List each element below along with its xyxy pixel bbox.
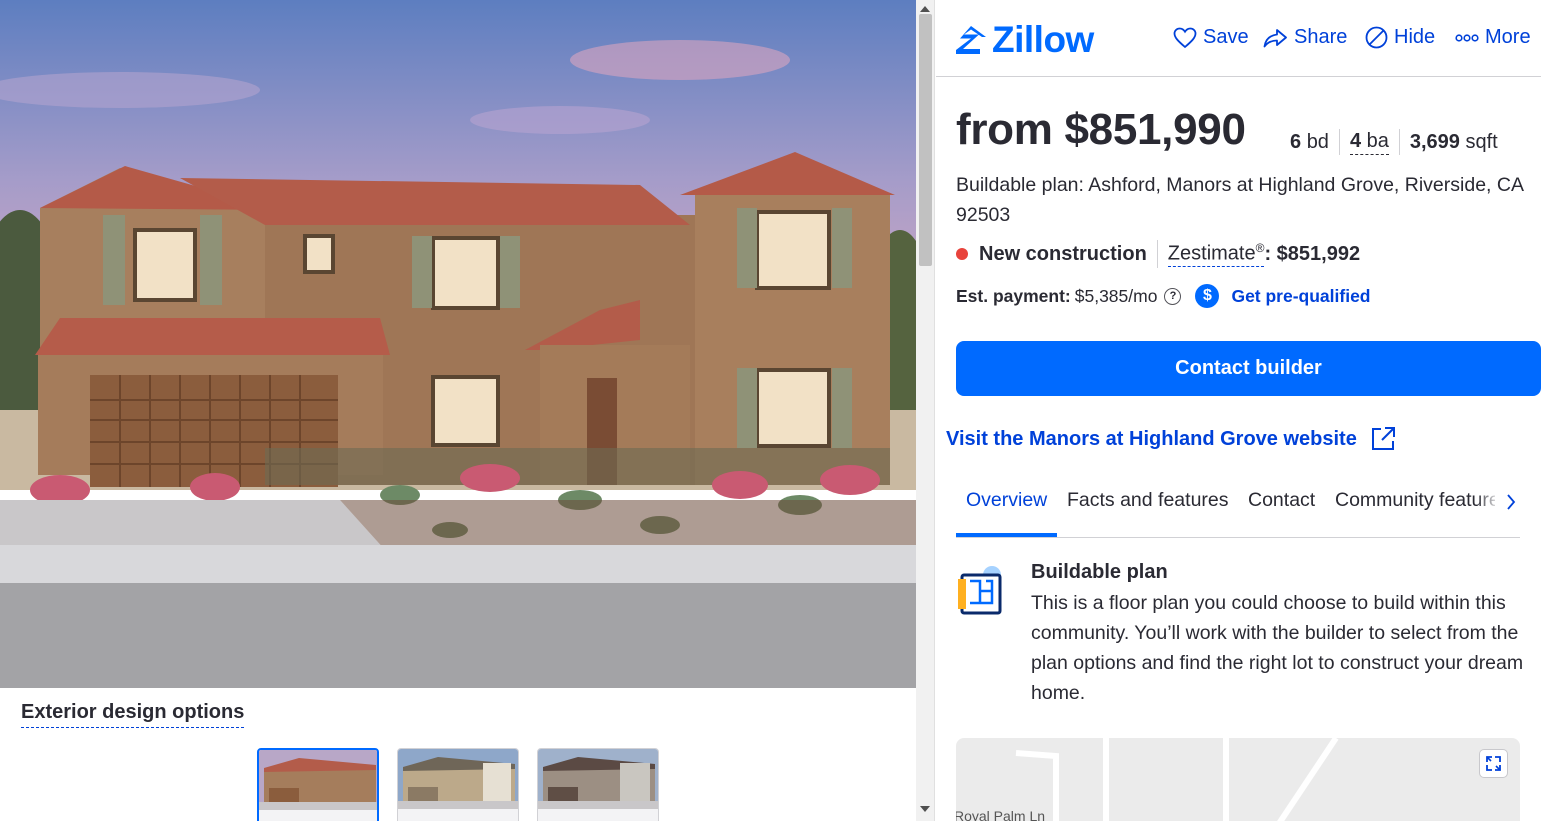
scroll-down-arrow-icon[interactable] bbox=[920, 806, 930, 812]
zestimate-label-text: Zestimate bbox=[1167, 242, 1256, 265]
status-badge: New construction bbox=[979, 242, 1147, 265]
beds-stat: 6 bd bbox=[1290, 131, 1329, 154]
more-button[interactable]: More bbox=[1455, 26, 1531, 49]
zillow-logo[interactable]: Zillow bbox=[955, 19, 1094, 60]
tab-community-features[interactable]: Community features bbox=[1335, 489, 1495, 512]
media-pane: Exterior design options bbox=[0, 0, 916, 821]
heart-icon bbox=[1173, 27, 1197, 48]
save-button[interactable]: Save bbox=[1173, 26, 1249, 49]
payment-row: Est. payment: $5,385/mo ? $ Get pre-qual… bbox=[956, 284, 1371, 308]
status-row: New construction Zestimate® : $851,992 bbox=[956, 240, 1360, 268]
contact-builder-button[interactable]: Contact builder bbox=[956, 341, 1541, 396]
details-pane: Zillow Save Share Hide More from $851,99… bbox=[936, 0, 1541, 821]
dollar-icon: $ bbox=[1195, 284, 1220, 308]
map-expand-button[interactable] bbox=[1479, 749, 1508, 778]
zestimate-value: : $851,992 bbox=[1264, 242, 1361, 265]
beds-value: 6 bbox=[1290, 130, 1302, 153]
payment-value: $5,385/mo bbox=[1074, 285, 1158, 306]
status-divider bbox=[1156, 240, 1158, 268]
exterior-options-title[interactable]: Exterior design options bbox=[21, 701, 245, 728]
hide-button[interactable]: Hide bbox=[1365, 26, 1435, 49]
tab-overview[interactable]: Overview bbox=[966, 489, 1047, 512]
payment-label: Est. payment: bbox=[956, 285, 1071, 306]
section-tabs: Overview Facts and features Contact Comm… bbox=[956, 462, 1520, 538]
exterior-thumb-2[interactable] bbox=[397, 748, 519, 821]
save-label: Save bbox=[1203, 26, 1249, 48]
baths-stat[interactable]: 4 ba bbox=[1349, 129, 1389, 155]
thumb-image-3 bbox=[538, 749, 658, 821]
scrollbar-thumb[interactable] bbox=[919, 14, 932, 266]
location-map[interactable]: Royal Palm Ln bbox=[956, 738, 1520, 821]
thumb-image-1 bbox=[259, 750, 377, 821]
visit-website-label: Visit the Manors at Highland Grove websi… bbox=[946, 427, 1357, 450]
tab-contact[interactable]: Contact bbox=[1248, 489, 1315, 512]
expand-icon bbox=[1486, 756, 1501, 771]
beds-unit: bd bbox=[1306, 130, 1329, 153]
listing-photo[interactable] bbox=[0, 0, 916, 688]
chevron-right-icon[interactable] bbox=[1503, 490, 1519, 514]
tab-facts-and-features[interactable]: Facts and features bbox=[1067, 489, 1229, 512]
help-icon[interactable]: ? bbox=[1164, 287, 1182, 305]
scroll-up-arrow-icon[interactable] bbox=[920, 6, 930, 12]
sqft-value: 3,699 bbox=[1409, 130, 1460, 153]
share-label: Share bbox=[1294, 26, 1348, 48]
listing-price: from $851,990 bbox=[956, 105, 1246, 154]
listing-address: Buildable plan: Ashford, Manors at Highl… bbox=[956, 174, 1523, 226]
listing-stats: 6 bd 4 ba 3,699 sqft bbox=[1290, 129, 1498, 155]
share-icon bbox=[1263, 28, 1287, 47]
visit-website-link[interactable]: Visit the Manors at Highland Grove websi… bbox=[946, 425, 1397, 453]
house-rendering bbox=[0, 0, 916, 688]
zillow-logo-icon bbox=[956, 26, 986, 54]
share-button[interactable]: Share bbox=[1263, 26, 1347, 49]
sqft-unit: sqft bbox=[1465, 130, 1498, 153]
overview-title: Buildable plan bbox=[1031, 561, 1168, 583]
thumb-image-2 bbox=[398, 749, 518, 821]
external-link-icon bbox=[1371, 427, 1395, 450]
status-dot-icon bbox=[956, 248, 968, 260]
hide-icon bbox=[1365, 26, 1388, 49]
baths-unit: ba bbox=[1366, 129, 1389, 152]
hide-label: Hide bbox=[1394, 26, 1436, 48]
exterior-thumb-3[interactable] bbox=[537, 748, 659, 821]
stat-divider bbox=[1398, 129, 1400, 155]
active-tab-indicator bbox=[956, 533, 1057, 537]
floor-plan-icon bbox=[958, 566, 1002, 615]
map-street-label: Royal Palm Ln bbox=[956, 808, 1046, 821]
zillow-logo-text: Zillow bbox=[992, 19, 1094, 60]
baths-value: 4 bbox=[1349, 129, 1362, 152]
more-icon bbox=[1455, 33, 1479, 42]
page-scrollbar[interactable] bbox=[916, 0, 935, 821]
top-bar: Zillow Save Share Hide More bbox=[936, 0, 1541, 77]
exterior-thumb-1[interactable] bbox=[257, 748, 379, 821]
sqft-stat: 3,699 sqft bbox=[1410, 131, 1498, 154]
overview-description: This is a floor plan you could choose to… bbox=[1031, 592, 1524, 704]
stat-divider bbox=[1338, 129, 1340, 155]
more-label: More bbox=[1485, 26, 1531, 48]
get-prequalified-link[interactable]: Get pre-qualified bbox=[1231, 286, 1370, 307]
registered-mark: ® bbox=[1255, 240, 1265, 255]
tab-overflow-fade bbox=[1476, 484, 1500, 518]
zestimate-label[interactable]: Zestimate® bbox=[1167, 240, 1265, 268]
